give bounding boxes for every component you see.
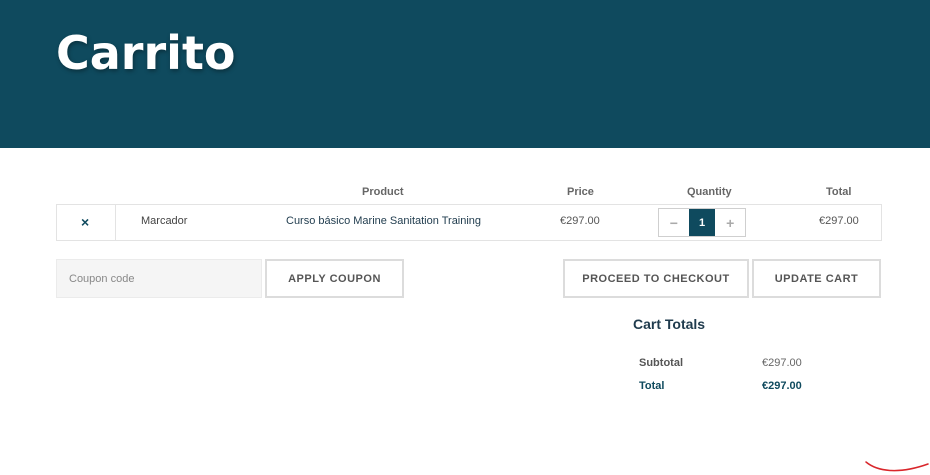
quantity-input[interactable]: 1 [688, 209, 716, 236]
red-annotation-scribble [865, 461, 929, 472]
increase-quantity-button[interactable]: + [715, 209, 745, 236]
header-quantity: Quantity [687, 186, 732, 198]
total-value: €297.00 [762, 380, 802, 392]
subtotal-label: Subtotal [639, 357, 683, 369]
apply-coupon-button[interactable]: APPLY COUPON [265, 259, 404, 298]
line-total: €297.00 [819, 215, 859, 227]
remove-item-icon[interactable]: × [81, 214, 89, 230]
update-cart-button[interactable]: UPDATE CART [752, 259, 881, 298]
thumbnail-alt-text: Marcador [141, 215, 188, 227]
subtotal-value: €297.00 [762, 357, 802, 369]
header-product: Product [362, 186, 404, 198]
product-price: €297.00 [560, 215, 600, 227]
product-name-link[interactable]: Curso básico Marine Sanitation Training [286, 215, 481, 227]
cart-totals-title: Cart Totals [633, 316, 706, 332]
decrease-quantity-button[interactable]: − [659, 209, 689, 236]
total-label: Total [639, 380, 665, 392]
header-price: Price [567, 186, 594, 198]
page-title: Carrito [56, 26, 236, 80]
page-header: Carrito [0, 0, 930, 148]
product-thumbnail[interactable]: Marcador [141, 215, 187, 227]
quantity-stepper: − 1 + [658, 208, 746, 237]
divider [115, 205, 116, 240]
header-total: Total [826, 186, 852, 198]
coupon-code-input[interactable] [56, 259, 262, 298]
table-row: × Marcador Curso básico Marine Sanitatio… [56, 204, 882, 241]
proceed-to-checkout-button[interactable]: PROCEED TO CHECKOUT [563, 259, 749, 298]
